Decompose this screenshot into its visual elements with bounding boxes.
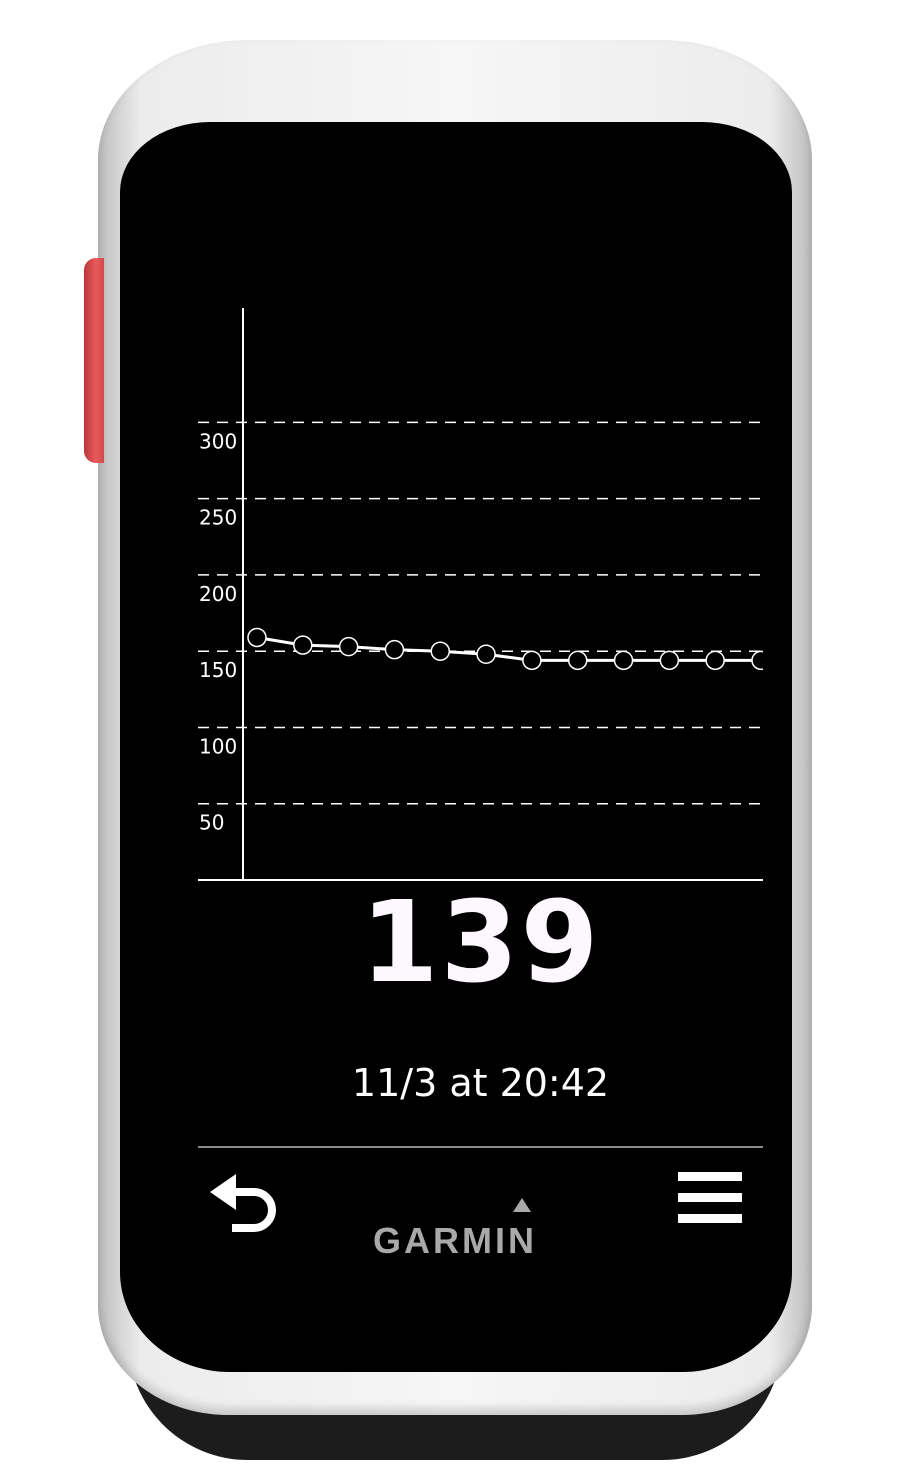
data-point: [751, 650, 763, 671]
data-point: [293, 635, 313, 655]
data-point: [567, 650, 588, 671]
y-tick-label: 300: [199, 429, 237, 453]
data-point: [705, 650, 725, 671]
y-tick-label: 250: [199, 506, 237, 530]
brand-logo: GARMIN: [98, 1198, 812, 1262]
series-line: [256, 635, 761, 662]
data-point: [522, 650, 542, 671]
y-tick-label: 150: [199, 658, 237, 682]
glucose-chart: 50 100 150 200 250 300: [198, 308, 763, 881]
device-shell: 50 100 150 200 250 300 139 11/3 at 20:42: [84, 40, 812, 1415]
current-reading-value: 139: [360, 878, 601, 1008]
power-button[interactable]: [84, 258, 104, 463]
y-tick-label: 50: [199, 811, 224, 835]
screen: 50 100 150 200 250 300 139 11/3 at 20:42: [198, 308, 763, 1249]
screen-bezel: 50 100 150 200 250 300 139 11/3 at 20:42: [120, 122, 792, 1372]
data-point: [384, 639, 405, 660]
y-tick-label: 100: [199, 734, 237, 758]
reading-timestamp: 11/3 at 20:42: [351, 1061, 610, 1105]
data-point: [659, 650, 680, 671]
y-tick-label: 200: [199, 582, 237, 606]
brand-triangle-icon: [513, 1198, 531, 1212]
garmin-device: 50 100 150 200 250 300 139 11/3 at 20:42: [84, 40, 812, 1460]
footer-divider: [198, 1146, 763, 1148]
data-point: [613, 650, 634, 671]
data-point: [430, 641, 451, 661]
data-point: [476, 644, 496, 665]
data-point: [247, 627, 267, 648]
data-point: [338, 636, 359, 657]
brand-name: GARMIN: [373, 1220, 537, 1261]
